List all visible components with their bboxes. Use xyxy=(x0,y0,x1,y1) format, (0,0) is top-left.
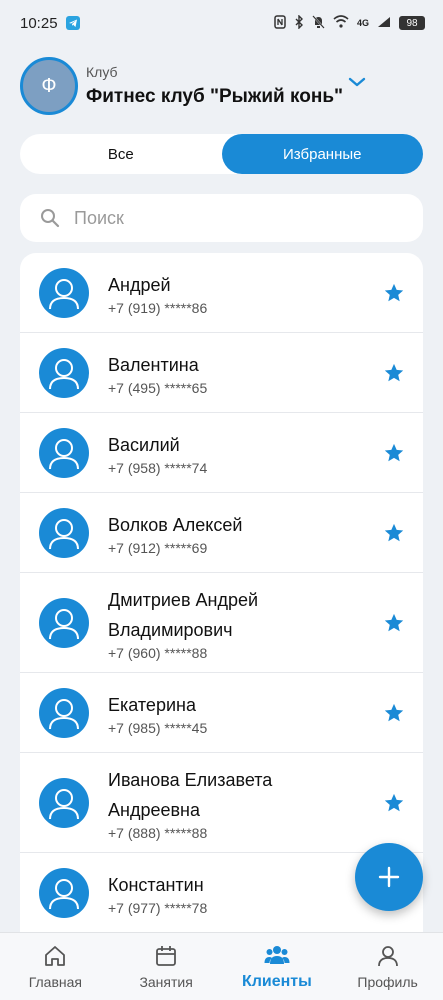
club-avatar: Ф xyxy=(20,57,78,115)
list-item[interactable]: Дмитриев Андрей Владимирович +7 (960) **… xyxy=(20,573,423,673)
user-avatar-icon xyxy=(39,597,89,648)
chevron-down-icon[interactable] xyxy=(346,74,368,90)
network-type: 4G xyxy=(356,18,369,28)
search-icon xyxy=(41,209,60,228)
list-item[interactable]: Волков Алексей +7 (912) *****69 xyxy=(20,493,423,573)
tab-favorites[interactable]: Избранные xyxy=(221,134,423,174)
client-phone: +7 (958) *****74 xyxy=(108,459,208,476)
nav-profile[interactable]: Профиль xyxy=(332,933,443,1000)
status-bar: 10:25 4G 98 xyxy=(0,0,443,46)
star-icon[interactable] xyxy=(383,442,405,464)
home-icon xyxy=(45,945,66,966)
battery-icon: 98 xyxy=(399,16,425,30)
star-icon[interactable] xyxy=(383,522,405,544)
add-client-button[interactable] xyxy=(355,843,423,911)
search-input[interactable] xyxy=(74,207,404,229)
client-name-line1: Дмитриев Андрей xyxy=(108,589,259,610)
bluetooth-icon xyxy=(294,13,304,32)
list-item[interactable]: Иванова Елизавета Андреевна +7 (888) ***… xyxy=(20,753,423,853)
user-avatar-icon xyxy=(39,867,89,918)
telegram-icon xyxy=(65,16,80,30)
user-avatar-icon xyxy=(39,777,89,828)
list-item[interactable]: Екатерина +7 (985) *****45 xyxy=(20,673,423,753)
club-name: Фитнес клуб "Рыжий конь" xyxy=(86,86,344,107)
filter-segmented-control: Все Избранные xyxy=(20,134,423,174)
client-name: Андрей xyxy=(108,274,171,295)
star-icon[interactable] xyxy=(383,362,405,384)
star-icon[interactable] xyxy=(383,282,405,304)
client-phone: +7 (495) *****65 xyxy=(108,379,208,396)
user-avatar-icon xyxy=(39,687,89,738)
star-icon[interactable] xyxy=(383,792,405,814)
client-name-line2: Андреевна xyxy=(108,799,200,820)
client-name: Василий xyxy=(108,434,180,455)
nav-home-label: Главная xyxy=(28,973,83,990)
signal-icon xyxy=(377,16,391,31)
calendar-icon xyxy=(156,945,177,966)
client-name: Валентина xyxy=(108,354,199,375)
list-item[interactable]: Андрей +7 (919) *****86 xyxy=(20,253,423,333)
nav-profile-label: Профиль xyxy=(357,973,418,990)
client-phone: +7 (985) *****45 xyxy=(108,719,208,736)
nav-clients[interactable]: Клиенты xyxy=(222,933,333,1000)
client-name: Екатерина xyxy=(108,694,196,715)
list-item[interactable]: Василий +7 (958) *****74 xyxy=(20,413,423,493)
list-item[interactable]: Валентина +7 (495) *****65 xyxy=(20,333,423,413)
nav-classes-label: Занятия xyxy=(139,973,193,990)
nav-home[interactable]: Главная xyxy=(0,933,111,1000)
client-phone: +7 (919) *****86 xyxy=(108,299,208,316)
clients-list: Андрей +7 (919) *****86 Валентина +7 (49… xyxy=(20,253,423,933)
search-bar[interactable] xyxy=(20,194,423,242)
client-name: Константин xyxy=(108,874,204,895)
nav-classes[interactable]: Занятия xyxy=(111,933,222,1000)
bottom-navigation: Главная Занятия Клиенты Профиль xyxy=(0,932,443,1000)
nfc-icon xyxy=(274,14,286,32)
client-phone: +7 (912) *****69 xyxy=(108,539,208,556)
client-name: Волков Алексей xyxy=(108,514,243,535)
club-label: Клуб xyxy=(86,64,118,80)
club-selector[interactable]: Ф Клуб Фитнес клуб "Рыжий конь" xyxy=(20,56,423,116)
user-avatar-icon xyxy=(39,267,89,318)
wifi-icon xyxy=(333,15,349,31)
mute-bell-icon xyxy=(312,14,325,32)
client-phone: +7 (960) *****88 xyxy=(108,644,208,661)
tab-all[interactable]: Все xyxy=(20,134,222,174)
user-avatar-icon xyxy=(39,427,89,478)
client-name-line1: Иванова Елизавета xyxy=(108,769,273,790)
client-name-line2: Владимирович xyxy=(108,619,233,640)
star-icon[interactable] xyxy=(383,612,405,634)
plus-icon xyxy=(378,866,400,888)
user-avatar-icon xyxy=(39,507,89,558)
status-time: 10:25 xyxy=(20,14,58,32)
user-avatar-icon xyxy=(39,347,89,398)
users-group-icon xyxy=(264,945,290,964)
client-phone: +7 (888) *****88 xyxy=(108,824,208,841)
client-phone: +7 (977) *****78 xyxy=(108,899,208,916)
star-icon[interactable] xyxy=(383,702,405,724)
nav-clients-label: Клиенты xyxy=(241,972,312,990)
profile-icon xyxy=(377,945,398,966)
